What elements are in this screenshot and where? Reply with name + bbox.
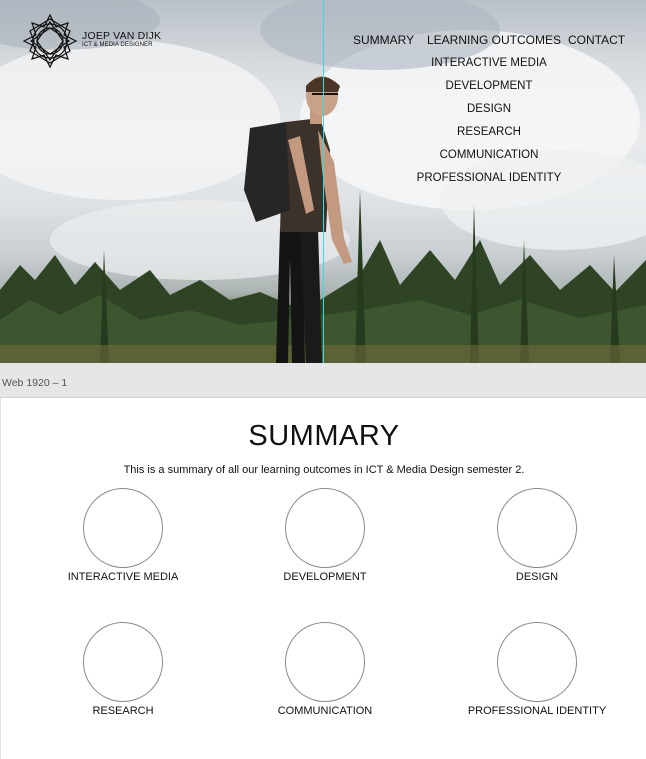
main-nav: SUMMARY LEARNING OUTCOMES CONTACT: [0, 33, 646, 47]
outcome-circle[interactable]: [83, 622, 163, 702]
outcome-label: DESIGN: [515, 571, 559, 583]
outcome-circle[interactable]: [285, 622, 365, 702]
nav-summary-link[interactable]: SUMMARY: [353, 33, 414, 47]
summary-intro: This is a summary of all our learning ou…: [123, 464, 525, 476]
learning-outcomes-dropdown: INTERACTIVE MEDIA DEVELOPMENT DESIGN RES…: [400, 56, 578, 194]
outcome-label: INTERACTIVE MEDIA: [67, 571, 179, 583]
artboard-bar: Web 1920 – 1: [0, 363, 646, 398]
artboard-label[interactable]: Web 1920 – 1: [2, 377, 67, 389]
hero-section: JOEP VAN DIJK ICT & MEDIA DESIGNER SUMMA…: [0, 0, 646, 363]
outcome-label: RESEARCH: [92, 705, 154, 717]
outcome-circle[interactable]: [497, 488, 577, 568]
outcome-label: PROFESSIONAL IDENTITY: [467, 705, 607, 717]
outcome-communication[interactable]: COMMUNICATION: [245, 622, 405, 717]
nav-learning-outcomes-link[interactable]: LEARNING OUTCOMES: [427, 33, 561, 47]
dropdown-item-research[interactable]: RESEARCH: [400, 125, 578, 148]
outcome-circle[interactable]: [83, 488, 163, 568]
summary-title: SUMMARY: [248, 420, 400, 452]
outcome-development[interactable]: DEVELOPMENT: [245, 488, 405, 583]
outcome-design[interactable]: DESIGN: [457, 488, 617, 583]
dropdown-item-professional-identity[interactable]: PROFESSIONAL IDENTITY: [400, 171, 578, 194]
outcome-label: COMMUNICATION: [277, 705, 373, 717]
nav-contact-link[interactable]: CONTACT: [568, 33, 625, 47]
dropdown-item-interactive-media[interactable]: INTERACTIVE MEDIA: [400, 56, 578, 79]
layout-guide-line: [323, 0, 324, 363]
outcome-professional-identity[interactable]: PROFESSIONAL IDENTITY: [457, 622, 617, 717]
outcome-label: DEVELOPMENT: [283, 571, 367, 583]
dropdown-item-design[interactable]: DESIGN: [400, 102, 578, 125]
dropdown-item-development[interactable]: DEVELOPMENT: [400, 79, 578, 102]
outcome-circle[interactable]: [497, 622, 577, 702]
outcome-research[interactable]: RESEARCH: [43, 622, 203, 717]
summary-section: SUMMARY This is a summary of all our lea…: [0, 398, 646, 759]
outcome-interactive-media[interactable]: INTERACTIVE MEDIA: [43, 488, 203, 583]
dropdown-item-communication[interactable]: COMMUNICATION: [400, 148, 578, 171]
outcome-circle[interactable]: [285, 488, 365, 568]
